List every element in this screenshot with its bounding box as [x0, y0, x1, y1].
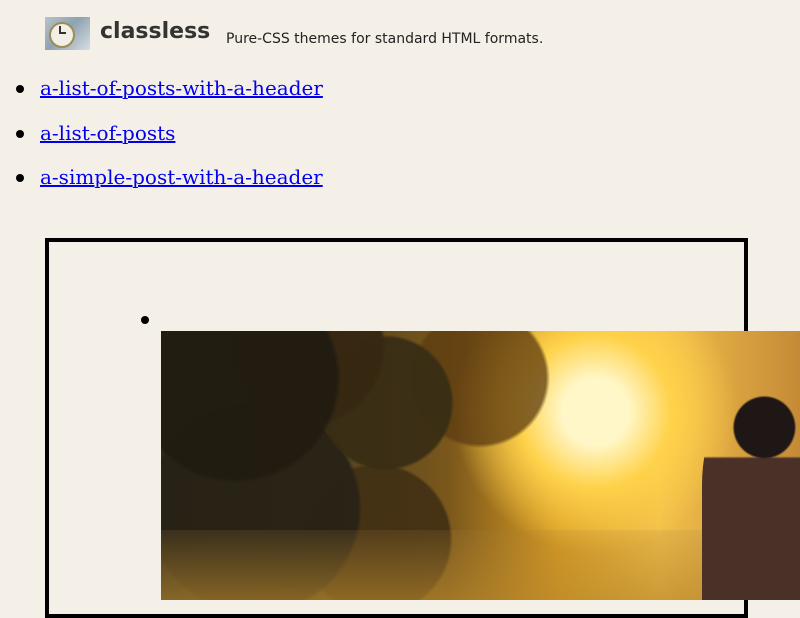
- bullet-icon: [141, 316, 149, 324]
- bullet-icon: [16, 129, 24, 138]
- site-header: classless Pure-CSS themes for standard H…: [45, 17, 785, 50]
- sunset-person-photo: [161, 331, 800, 600]
- post-link-a-list-of-posts[interactable]: a-list-of-posts: [40, 121, 175, 145]
- clock-icon: [45, 17, 90, 50]
- bullet-icon: [16, 85, 24, 93]
- site-title: classless: [100, 19, 211, 44]
- clock-hand-icon: [59, 32, 66, 34]
- person-silhouette: [702, 389, 800, 600]
- site-tagline: Pure-CSS themes for standard HTML format…: [226, 31, 544, 47]
- post-link-a-simple-post-with-a-header[interactable]: a-simple-post-with-a-header: [40, 165, 323, 189]
- bullet-icon: [16, 174, 24, 182]
- post-link-a-list-of-posts-with-a-header[interactable]: a-list-of-posts-with-a-header: [40, 76, 323, 100]
- clock-face-icon: [49, 22, 75, 48]
